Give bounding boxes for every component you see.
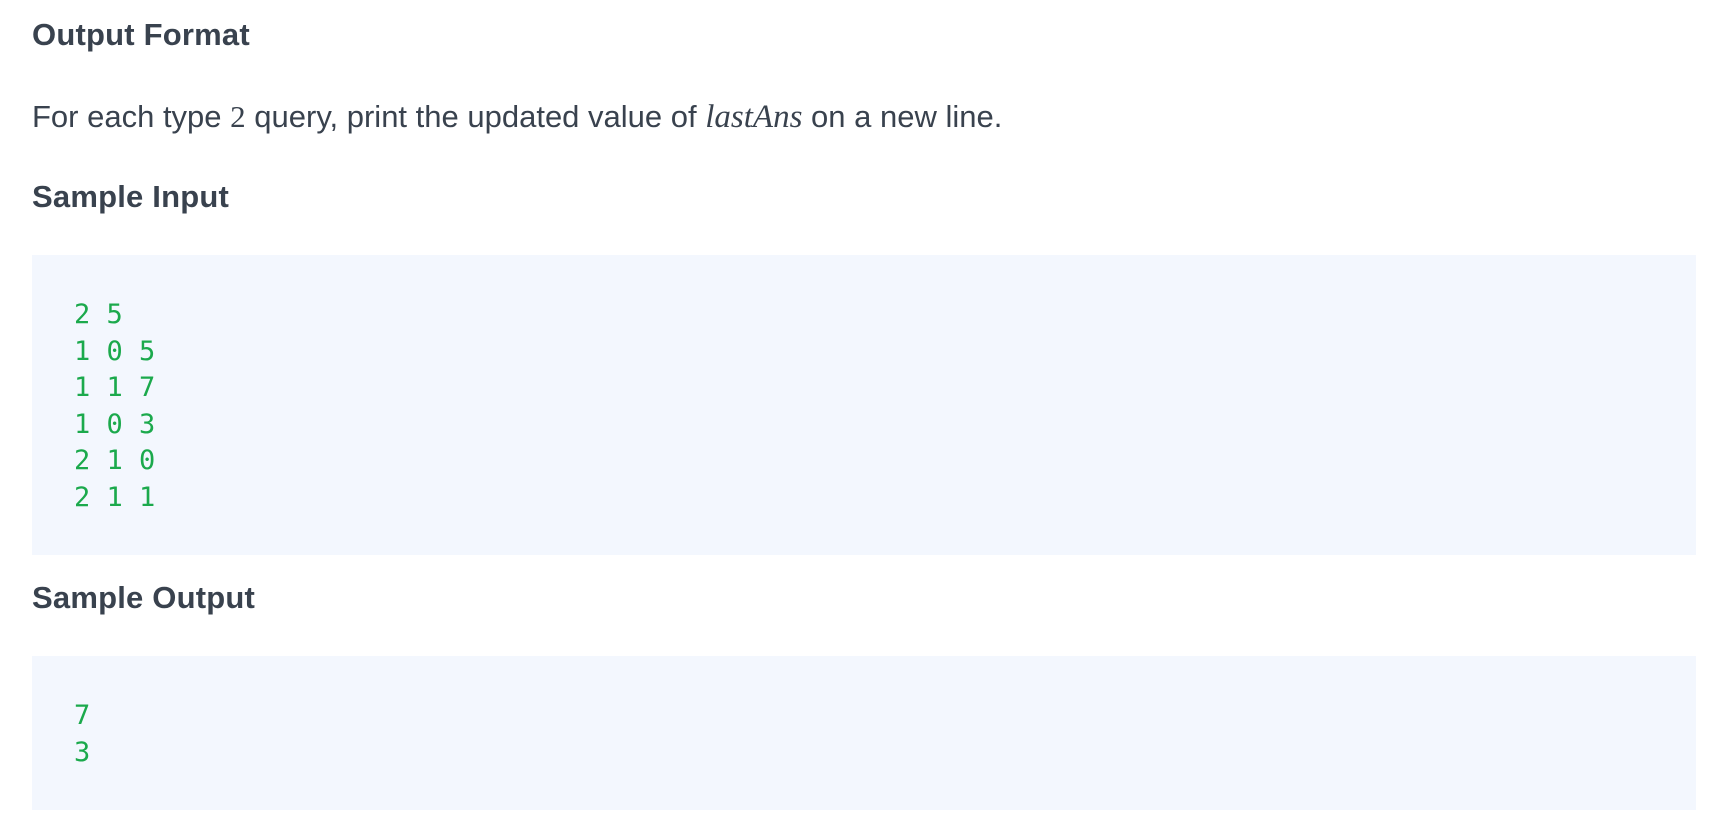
description-text-after: on a new line. [802,99,1003,134]
code-line: 1 1 7 [74,372,156,403]
sample-output-heading: Sample Output [32,580,256,615]
output-format-description: For each type 2 query, print the updated… [32,97,1002,137]
code-line: 7 [74,700,91,731]
description-text-before: For each type [32,99,231,134]
code-line: 2 5 [74,299,123,330]
output-format-heading: Output Format [32,17,250,52]
code-line: 1 0 5 [74,335,156,367]
code-line: 1 0 3 [74,408,156,440]
code-line: 2 1 1 [74,481,156,513]
description-text-middle: query, print the updated value of [245,99,706,134]
sample-input-heading: Sample Input [32,179,230,214]
type-number-math: 2 [230,99,246,134]
last-ans-variable: lastAns [705,99,803,135]
sample-output-code-block: 7 3 [32,656,1696,810]
code-line: 2 1 0 [74,445,156,476]
sample-input-code-block: 2 5 1 0 5 1 1 7 1 0 3 2 1 0 2 1 1 [32,255,1696,555]
code-line: 3 [74,736,91,768]
